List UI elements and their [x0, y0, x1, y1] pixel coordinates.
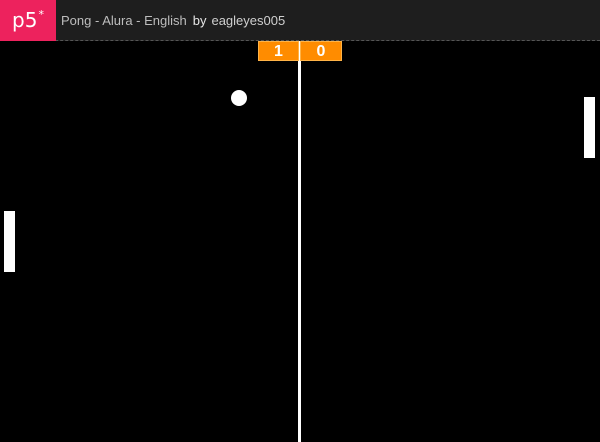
- top-bar: p5* Pong - Alura - English by eagleyes005: [0, 0, 600, 41]
- by-label: by: [192, 13, 207, 28]
- logo-asterisk: *: [38, 8, 44, 21]
- author-link[interactable]: eagleyes005: [211, 13, 285, 28]
- p5-logo[interactable]: p5*: [0, 0, 56, 41]
- left-paddle: [4, 211, 15, 272]
- game-canvas[interactable]: 1 0: [0, 41, 600, 442]
- sketch-title[interactable]: Pong - Alura - English: [61, 13, 187, 28]
- ball: [231, 90, 247, 106]
- sketch-info: Pong - Alura - English by eagleyes005: [61, 0, 285, 41]
- score-left: 1: [258, 41, 299, 61]
- center-net-line: [298, 41, 301, 442]
- score-right: 0: [300, 41, 342, 61]
- logo-text: p5: [12, 8, 38, 32]
- right-paddle: [584, 97, 595, 158]
